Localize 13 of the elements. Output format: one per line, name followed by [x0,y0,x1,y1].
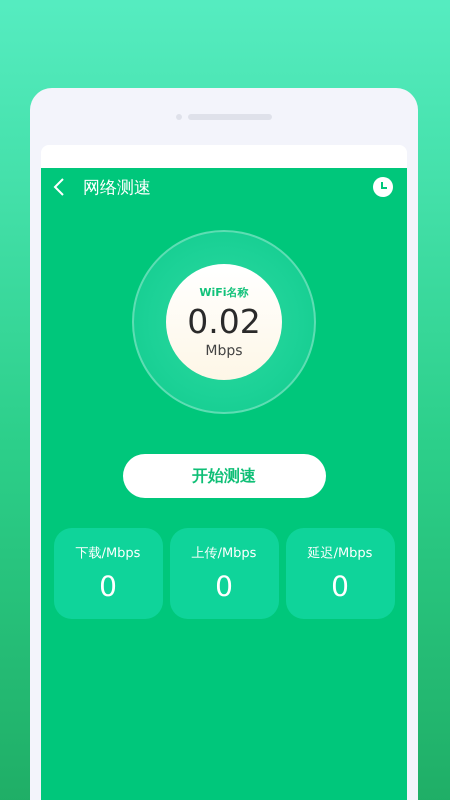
clock-icon[interactable] [373,177,393,197]
speed-unit: Mbps [205,343,243,359]
start-test-button[interactable]: 开始测速 [122,454,326,498]
stat-label: 延迟/Mbps [308,545,372,562]
stat-label: 下载/Mbps [76,545,140,562]
wifi-name: WiFi名称 [199,285,249,300]
speed-value: 0.02 [187,302,261,341]
page-title: 网络测速 [83,176,152,198]
stat-value: 0 [215,570,233,603]
stat-value: 0 [99,570,117,603]
stat-label: 上传/Mbps [192,545,256,562]
back-icon[interactable] [53,177,65,197]
stat-value: 0 [331,570,349,603]
